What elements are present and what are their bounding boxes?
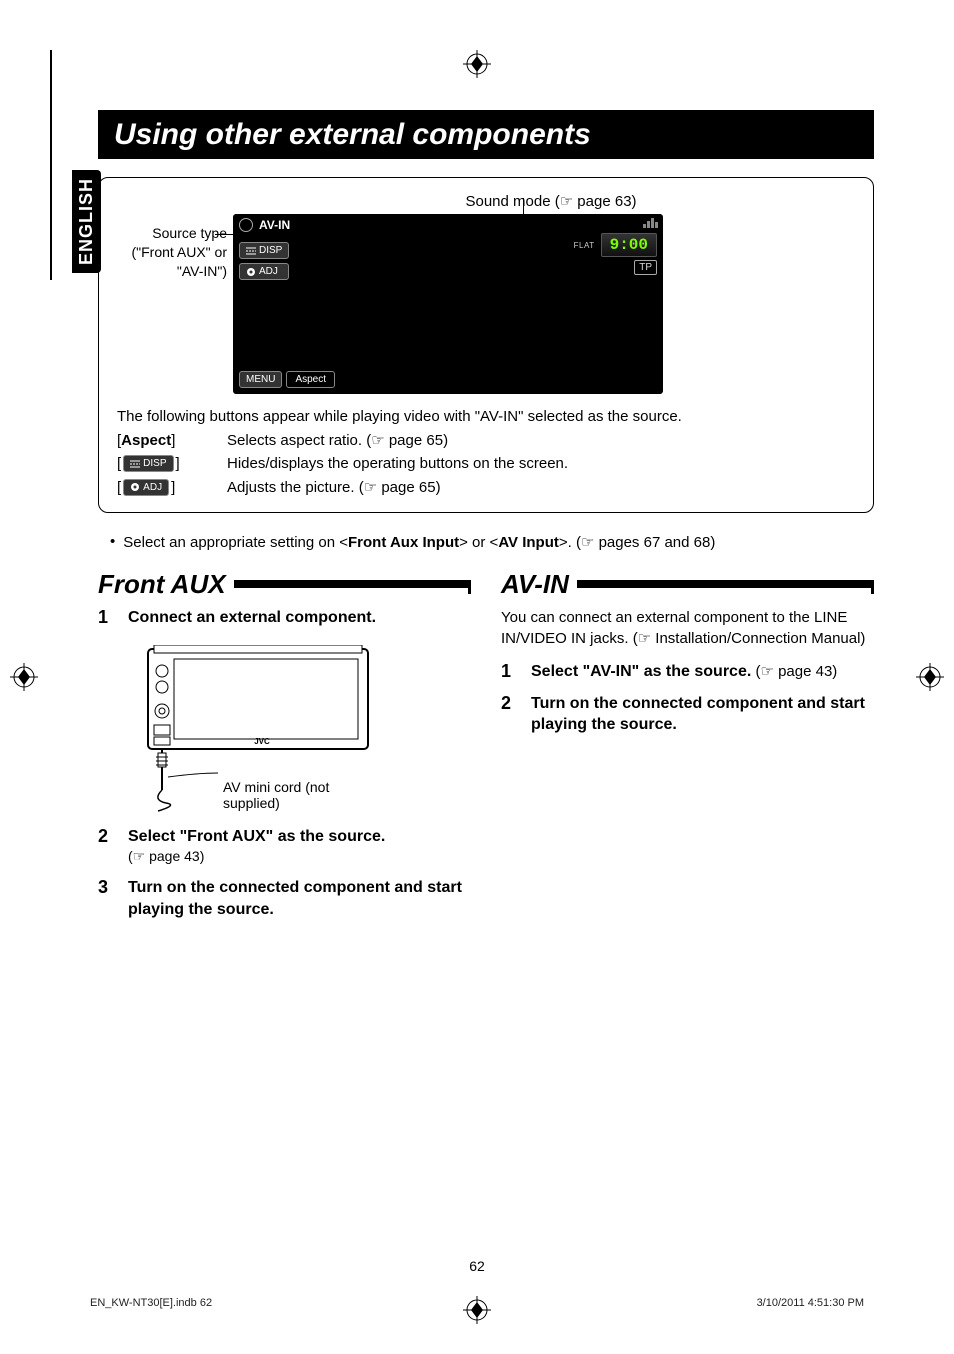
- screenshot-right-panel: FLAT 9:00 TP: [574, 218, 657, 275]
- adj-button-inline: ADJ: [123, 479, 169, 496]
- adj-key-label: ADJ: [143, 482, 162, 493]
- menu-button[interactable]: MENU: [239, 371, 282, 388]
- front-aux-title: Front AUX: [98, 571, 234, 597]
- front-aux-column: Front AUX 1 Connect an external componen…: [98, 571, 471, 931]
- knob-icon: [130, 482, 140, 492]
- desc-val-aspect: Selects aspect ratio. (☞ page 65): [227, 431, 855, 449]
- step-tail: (☞ page 43): [751, 663, 837, 680]
- step-title: Turn on the connected component and star…: [531, 693, 874, 736]
- front-aux-step-3: 3 Turn on the connected component and st…: [98, 877, 471, 920]
- step-title: Select "AV-IN" as the source.: [531, 663, 751, 680]
- step-title: Turn on the connected component and star…: [128, 877, 471, 920]
- av-in-step-1: 1 Select "AV-IN" as the source. (☞ page …: [501, 661, 874, 683]
- print-footer: EN_KW-NT30[E].indb 62 3/10/2011 4:51:30 …: [90, 1297, 864, 1309]
- step-number: 2: [98, 826, 116, 868]
- bars-icon: [130, 460, 140, 468]
- desc-val-adj: Adjusts the picture. (☞ page 65): [227, 478, 855, 496]
- heading-rule: [234, 580, 471, 588]
- bullet-marker: •: [110, 533, 115, 551]
- disc-icon: [239, 218, 253, 232]
- disp-button-label: DISP: [259, 245, 282, 256]
- aspect-button[interactable]: Aspect: [286, 371, 335, 388]
- adj-button[interactable]: ADJ: [239, 263, 289, 280]
- screenshot-source-label: AV-IN: [259, 218, 290, 232]
- bars-icon: [246, 247, 256, 255]
- heading-rule: [577, 580, 874, 588]
- sound-mode-callout: Sound mode (☞ page 63): [247, 192, 855, 210]
- av-in-heading: AV-IN: [501, 571, 874, 597]
- page-number: 62: [469, 1258, 485, 1274]
- screenshot-side-buttons: DISP ADJ: [239, 242, 289, 280]
- binding-guide-line: [50, 50, 52, 280]
- step-title: Select "Front AUX" as the source.: [128, 828, 385, 845]
- desc-key-aspect: [Aspect]: [117, 432, 227, 449]
- registration-mark-icon: [463, 50, 491, 78]
- page: ENGLISH Using other external components …: [0, 0, 954, 1354]
- bullet-text-3: >. (☞ pages 67 and 68): [559, 534, 715, 551]
- registration-mark-icon: [10, 663, 38, 691]
- device-screenshot: AV-IN DISP ADJ: [233, 214, 663, 394]
- desc-val-disp: Hides/displays the operating buttons on …: [227, 455, 855, 472]
- step-body: Select "AV-IN" as the source. (☞ page 43…: [531, 661, 837, 683]
- footer-right: 3/10/2011 4:51:30 PM: [757, 1297, 864, 1309]
- step-number: 1: [98, 607, 116, 629]
- flat-label: FLAT: [574, 241, 595, 250]
- disp-button-inline: DISP: [123, 455, 173, 472]
- disp-button[interactable]: DISP: [239, 242, 289, 259]
- leader-line: [215, 234, 233, 235]
- av-in-title: AV-IN: [501, 571, 577, 597]
- front-aux-step-2: 2 Select "Front AUX" as the source. (☞ p…: [98, 826, 471, 868]
- button-description-table: [Aspect] Selects aspect ratio. (☞ page 6…: [117, 431, 855, 496]
- desc-key-disp: [ DISP ]: [117, 455, 227, 472]
- footer-left: EN_KW-NT30[E].indb 62: [90, 1297, 212, 1309]
- clock-display: 9:00: [601, 233, 657, 257]
- disp-key-label: DISP: [143, 458, 166, 469]
- setting-note: • Select an appropriate setting on <Fron…: [110, 533, 874, 551]
- bullet-text-1: Select an appropriate setting on <: [123, 534, 348, 551]
- front-aux-heading: Front AUX: [98, 571, 471, 597]
- step-body: Select "Front AUX" as the source. (☞ pag…: [128, 826, 385, 868]
- leader-line: [523, 198, 524, 214]
- av-in-step-2: 2 Turn on the connected component and st…: [501, 693, 874, 736]
- screenshot-wrap: Source type ("Front AUX" or "AV-IN") AV-…: [117, 214, 855, 394]
- step-number: 2: [501, 693, 519, 736]
- desc-key-adj: [ ADJ ]: [117, 479, 227, 496]
- step-number: 1: [501, 661, 519, 683]
- diagram-note: The following buttons appear while playi…: [117, 408, 855, 425]
- section-title: Using other external components: [98, 110, 874, 159]
- aspect-key-label: Aspect: [121, 432, 171, 449]
- screenshot-bottom-buttons: MENU Aspect: [239, 371, 335, 388]
- svg-text:JVC: JVC: [254, 737, 270, 746]
- two-column-layout: Front AUX 1 Connect an external componen…: [98, 571, 874, 931]
- bullet-bold-2: AV Input: [498, 534, 559, 551]
- bullet-text: Select an appropriate setting on <Front …: [123, 533, 715, 551]
- knob-icon: [246, 267, 256, 277]
- av-in-column: AV-IN You can connect an external compon…: [501, 571, 874, 931]
- step-sub: (☞ page 43): [128, 848, 204, 864]
- front-aux-step-1: 1 Connect an external component.: [98, 607, 471, 629]
- step-title: Connect an external component.: [128, 607, 376, 629]
- language-tab: ENGLISH: [72, 170, 101, 273]
- step-number: 3: [98, 877, 116, 920]
- source-type-callout: Source type ("Front AUX" or "AV-IN"): [117, 224, 227, 281]
- av-in-intro: You can connect an external component to…: [501, 607, 874, 649]
- bullet-text-2: > or <: [459, 534, 498, 551]
- tp-indicator: TP: [634, 260, 657, 275]
- registration-mark-icon: [916, 663, 944, 691]
- equalizer-icon: [643, 218, 657, 228]
- adj-button-label: ADJ: [259, 266, 278, 277]
- diagram-panel: Sound mode (☞ page 63) Source type ("Fro…: [98, 177, 874, 513]
- device-illustration-wrap: JVC AV mini cord (not supplied): [128, 639, 471, 856]
- bullet-bold-1: Front Aux Input: [348, 534, 459, 551]
- illustration-caption: AV mini cord (not supplied): [223, 779, 383, 811]
